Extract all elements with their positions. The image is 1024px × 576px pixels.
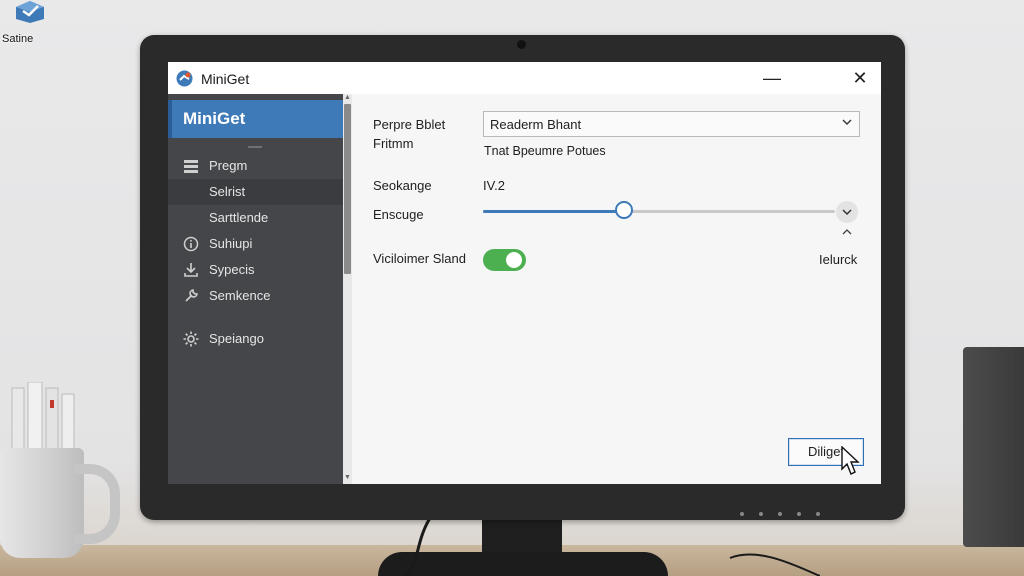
feature-toggle[interactable] <box>483 249 526 271</box>
toggle-label: Viciloimer Sland <box>373 251 466 266</box>
coffee-mug <box>0 448 84 558</box>
sidebar-grip <box>248 146 262 148</box>
sidebar-item-sarttlende[interactable]: Sarttlende <box>168 205 343 231</box>
mouse-cursor-icon <box>841 446 860 475</box>
scroll-up-arrow-icon[interactable]: ▲ <box>344 94 351 101</box>
sidebar-scrollbar[interactable]: ▲ ▼ <box>343 94 352 484</box>
slider-track[interactable] <box>483 201 835 219</box>
window-title: MiniGet <box>201 71 250 87</box>
app-logo-icon <box>176 70 193 87</box>
info-circle-icon <box>183 236 199 252</box>
sidebar-item-suhiupi[interactable]: Suhiupi <box>168 231 343 257</box>
field-label: Perpre Bblet <box>373 117 446 132</box>
spin-down-button[interactable] <box>836 201 858 223</box>
slider-label: Enscuge <box>373 207 424 222</box>
toggle-knob <box>506 252 522 268</box>
sidebar-item-label: Sarttlende <box>209 210 269 225</box>
sidebar-item-label: Selrist <box>209 184 246 199</box>
chevron-up-icon <box>842 229 852 235</box>
desktop-shortcut-label: Satine <box>2 33 34 45</box>
speaker <box>963 347 1024 547</box>
slider-fill <box>483 210 624 213</box>
spin-up-button[interactable] <box>840 225 854 237</box>
sidebar-item-label: Semkence <box>209 288 271 303</box>
sidebar-item-semkence[interactable]: Semkence <box>168 283 343 309</box>
profile-select[interactable]: Readerm Bhant <box>483 111 860 137</box>
select-value: Readerm Bhant <box>490 117 582 132</box>
sidebar: MiniGet Pregm Selrist Sarttlende Suhiupi… <box>168 94 343 484</box>
wrench-icon <box>185 289 198 302</box>
sidebar-item-sypecis[interactable]: Sypecis <box>168 257 343 283</box>
scroll-down-arrow-icon[interactable]: ▼ <box>344 474 351 481</box>
coffee-mug-handle <box>74 464 120 544</box>
version-value: IV.2 <box>483 178 505 193</box>
settings-panel: Perpre Bblet Fritmm Readerm Bhant Tnat B… <box>352 94 881 484</box>
download-icon <box>184 263 198 277</box>
sidebar-item-selrist[interactable]: Selrist <box>168 179 343 205</box>
list-icon <box>184 160 198 173</box>
version-label: Seokange <box>373 178 432 193</box>
sidebar-item-label: Sypecis <box>209 262 255 277</box>
webcam <box>517 40 526 49</box>
close-button[interactable]: ✕ <box>840 64 880 92</box>
sidebar-item-label: Suhiupi <box>209 236 253 251</box>
monitor-buttons <box>740 503 860 516</box>
select-hint: Tnat Bpeumre Potues <box>484 144 606 158</box>
scrollbar-thumb[interactable] <box>344 104 351 274</box>
sidebar-item-pregm[interactable]: Pregm <box>168 153 343 179</box>
slider-thumb[interactable] <box>614 201 633 219</box>
minimize-button[interactable]: — <box>752 64 792 92</box>
title-bar: MiniGet — ✕ <box>168 62 881 94</box>
gear-icon <box>183 331 199 347</box>
desk-clips <box>11 382 75 452</box>
sidebar-item-speiango[interactable]: Speiango <box>168 326 343 352</box>
chevron-down-icon <box>842 119 852 125</box>
chevron-down-icon <box>842 209 852 216</box>
sidebar-item-label: Speiango <box>209 331 264 346</box>
sidebar-header-label: MiniGet <box>183 109 246 128</box>
field-label-secondary: Fritmm <box>373 136 414 151</box>
desktop-shortcut[interactable]: Satine <box>2 0 58 46</box>
app-window: MiniGet — ✕ MiniGet Pregm Selrist Sarttl… <box>168 62 881 484</box>
side-note: Ielurck <box>819 252 858 267</box>
shortcut-app-icon <box>16 1 44 23</box>
monitor-cable <box>403 518 820 576</box>
sidebar-header[interactable]: MiniGet <box>168 100 343 138</box>
sidebar-item-label: Pregm <box>209 158 248 173</box>
